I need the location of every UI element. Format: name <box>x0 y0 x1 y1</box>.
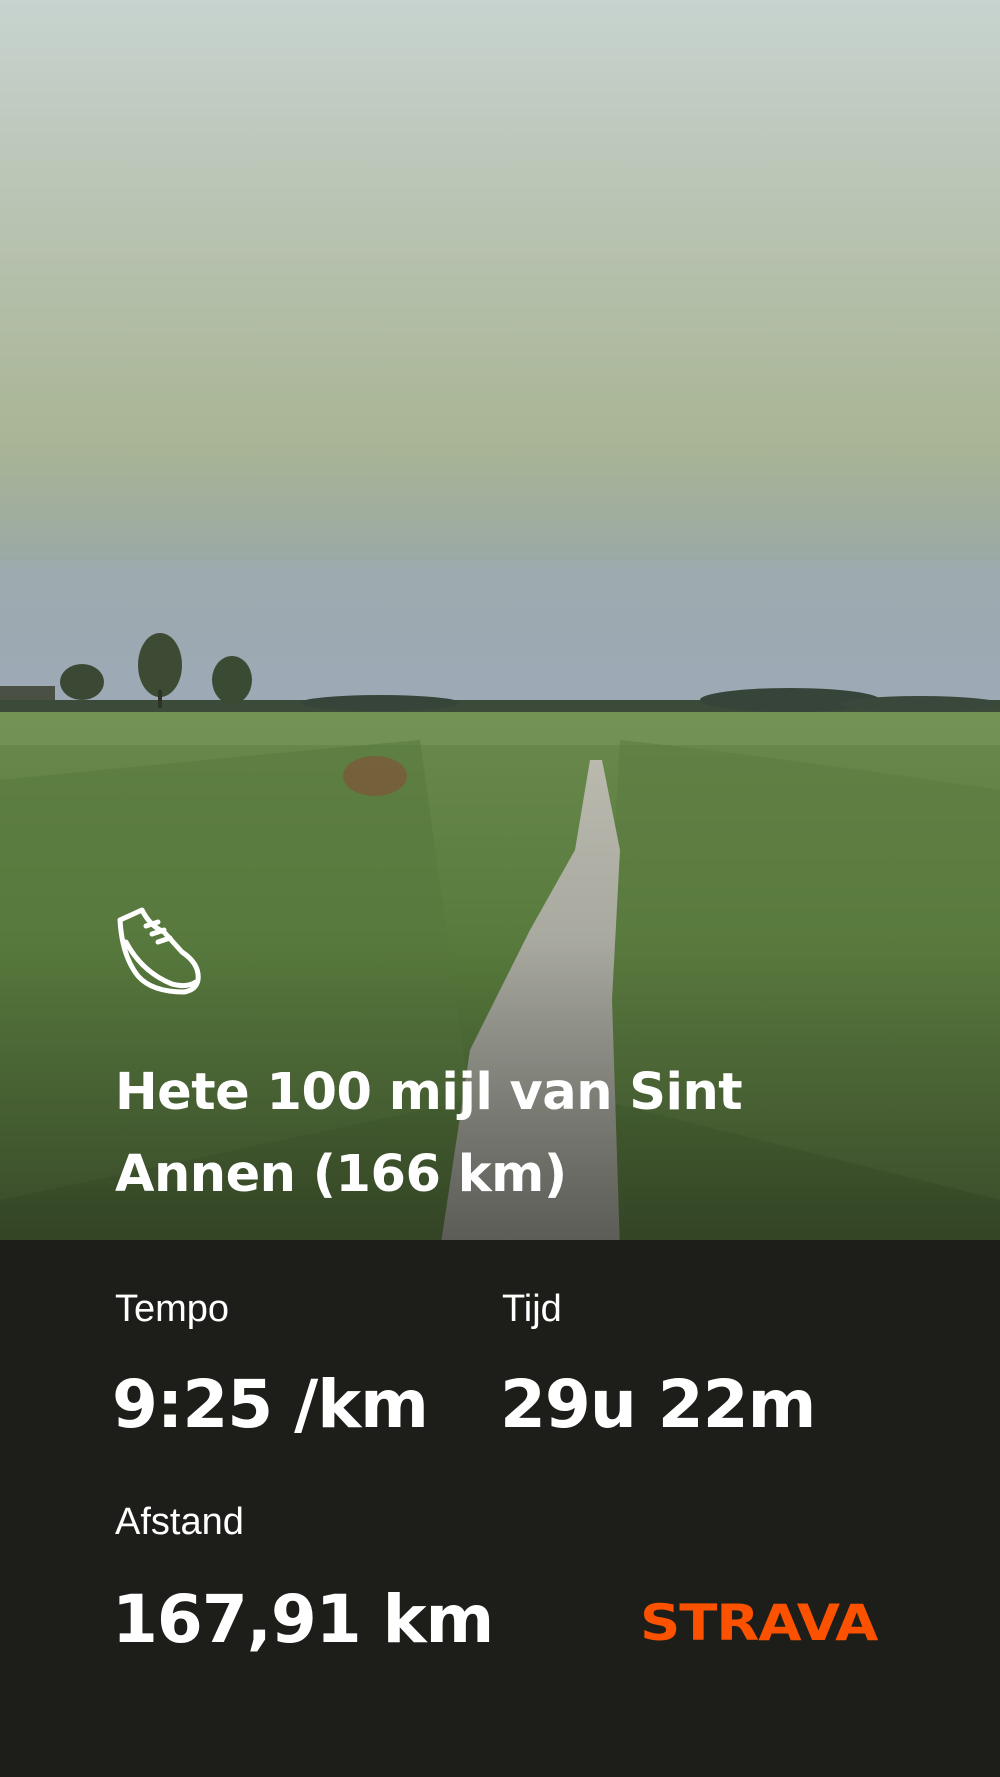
activity-title: Hete 100 mijl van Sint Annen (166 km) <box>115 1063 743 1204</box>
afstand-value: 167,91 km <box>112 1581 494 1658</box>
activity-share-card: Hete 100 mijl van Sint Annen (166 km) Te… <box>0 0 1000 1777</box>
strava-logo: STRAVA <box>640 1594 878 1652</box>
afstand-label: Afstand <box>115 1501 244 1543</box>
tempo-label: Tempo <box>115 1288 230 1330</box>
tempo-value: 9:25 /km <box>112 1366 429 1443</box>
tijd-label: Tijd <box>502 1288 562 1330</box>
tijd-value: 29u 22m <box>500 1366 816 1443</box>
running-shoe-icon <box>117 907 201 995</box>
